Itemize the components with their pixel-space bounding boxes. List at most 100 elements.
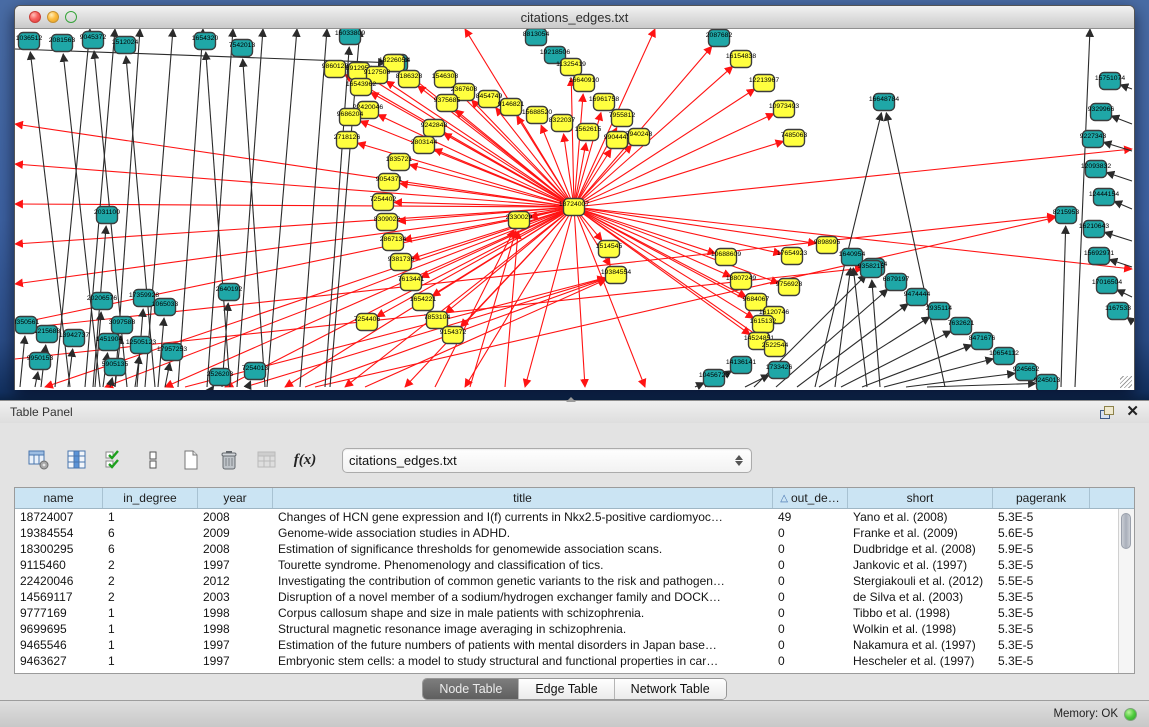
- graph-node[interactable]: 2031100: [94, 207, 120, 224]
- float-panel-icon[interactable]: [1100, 406, 1114, 419]
- graph-node[interactable]: 9242848: [421, 120, 448, 137]
- table-cell[interactable]: 18300295: [15, 542, 103, 556]
- graph-node[interactable]: 9898995: [814, 237, 841, 254]
- table-cell[interactable]: 9465546: [15, 638, 103, 652]
- table-cell[interactable]: 14569117: [15, 590, 103, 604]
- table-cell[interactable]: 0: [773, 606, 848, 620]
- graph-node[interactable]: 1562615: [575, 124, 602, 141]
- graph-node[interactable]: 8215953: [1053, 207, 1080, 224]
- table-cell[interactable]: Genome-wide association studies in ADHD.: [273, 526, 773, 540]
- tab-edge-table[interactable]: Edge Table: [519, 679, 614, 699]
- table-cell[interactable]: 2: [103, 590, 198, 604]
- graph-node[interactable]: 8813054: [523, 29, 550, 46]
- graph-node[interactable]: 9146821: [498, 99, 525, 116]
- table-cell[interactable]: 5.6E-5: [993, 526, 1090, 540]
- table-cell[interactable]: 1997: [198, 638, 273, 652]
- window-resize-grip[interactable]: [1120, 376, 1132, 388]
- graph-node[interactable]: 2526203: [207, 369, 234, 386]
- table-cell[interactable]: 9463627: [15, 654, 103, 668]
- table-cell[interactable]: Structural magnetic resonance image aver…: [273, 622, 773, 636]
- table-options-button[interactable]: [24, 445, 54, 475]
- zoom-window-icon[interactable]: [65, 11, 77, 23]
- graph-node[interactable]: 18807249: [726, 273, 756, 290]
- table-cell[interactable]: 1: [103, 622, 198, 636]
- graph-node[interactable]: 2640192: [216, 284, 243, 301]
- table-cell[interactable]: 2: [103, 558, 198, 572]
- table-cell[interactable]: 5.5E-5: [993, 574, 1090, 588]
- table-cell[interactable]: 9777169: [15, 606, 103, 620]
- table-cell[interactable]: 6: [103, 526, 198, 540]
- graph-node[interactable]: 9358215: [858, 261, 885, 278]
- table-row[interactable]: 1830029562008Estimation of significance …: [15, 541, 1134, 557]
- table-cell[interactable]: 2012: [198, 574, 273, 588]
- graph-node[interactable]: 9375685: [434, 95, 461, 112]
- graph-node[interactable]: 7955812: [609, 110, 636, 127]
- graph-node[interactable]: 6879197: [883, 274, 910, 291]
- table-scrollbar-thumb[interactable]: [1121, 513, 1131, 549]
- table-row[interactable]: 2242004622012Investigating the contribut…: [15, 573, 1134, 589]
- table-cell[interactable]: 0: [773, 542, 848, 556]
- column-header-out_de[interactable]: △out_de…: [773, 488, 848, 508]
- graph-node[interactable]: 12093832: [1081, 161, 1111, 178]
- graph-node[interactable]: 1167533: [1105, 303, 1131, 320]
- graph-node[interactable]: 14136141: [726, 357, 756, 374]
- graph-node[interactable]: 1036512: [16, 33, 43, 50]
- table-cell[interactable]: 2: [103, 574, 198, 588]
- table-cell[interactable]: Yano et al. (2008): [848, 510, 993, 524]
- table-cell[interactable]: 2003: [198, 590, 273, 604]
- graph-node[interactable]: 7254402: [370, 194, 397, 211]
- graph-node[interactable]: 2935114: [926, 303, 952, 320]
- new-column-button[interactable]: [176, 445, 206, 475]
- graph-node[interactable]: 20206576: [87, 293, 117, 310]
- graph-node[interactable]: 19384554: [601, 267, 631, 284]
- graph-node[interactable]: 9474444: [904, 289, 931, 306]
- graph-node[interactable]: 7613441: [398, 274, 425, 291]
- table-cell[interactable]: 0: [773, 590, 848, 604]
- row-layout-button[interactable]: [138, 445, 168, 475]
- graph-node[interactable]: 3097588: [109, 317, 136, 334]
- table-cell[interactable]: Changes of HCN gene expression and I(f) …: [273, 510, 773, 524]
- graph-node[interactable]: 1215688: [34, 326, 61, 343]
- memory-status-icon[interactable]: [1124, 708, 1137, 721]
- graph-node[interactable]: 8309022: [374, 214, 401, 231]
- table-cell[interactable]: 1997: [198, 654, 273, 668]
- table-cell[interactable]: 19384554: [15, 526, 103, 540]
- table-cell[interactable]: Disruption of a novel member of a sodium…: [273, 590, 773, 604]
- table-cell[interactable]: 5.9E-5: [993, 542, 1090, 556]
- graph-node[interactable]: 2718126: [334, 132, 361, 149]
- table-row[interactable]: 1872400712008Changes of HCN gene express…: [15, 509, 1134, 525]
- table-row[interactable]: 977716911998Corpus callosum shape and si…: [15, 605, 1134, 621]
- graph-node[interactable]: 16543962: [346, 79, 376, 96]
- graph-node[interactable]: 17654923: [777, 248, 807, 265]
- table-cell[interactable]: 22420046: [15, 574, 103, 588]
- table-cell[interactable]: 18724007: [15, 510, 103, 524]
- table-cell[interactable]: 0: [773, 654, 848, 668]
- tab-node-table[interactable]: Node Table: [423, 679, 519, 699]
- graph-node[interactable]: 7940248: [626, 129, 653, 146]
- graph-node[interactable]: 8186328: [396, 71, 423, 88]
- graph-node[interactable]: 8350561: [15, 317, 39, 334]
- graph-node[interactable]: 2803144: [411, 137, 438, 154]
- table-cell[interactable]: 1: [103, 510, 198, 524]
- select-rows-button[interactable]: [100, 445, 130, 475]
- graph-node[interactable]: 9054371: [376, 174, 403, 191]
- table-cell[interactable]: 5.3E-5: [993, 510, 1090, 524]
- table-cell[interactable]: 5.3E-5: [993, 638, 1090, 652]
- delete-column-button[interactable]: [214, 445, 244, 475]
- close-panel-icon[interactable]: ✕: [1126, 405, 1139, 419]
- graph-node[interactable]: 16648784: [869, 94, 899, 111]
- window-titlebar[interactable]: citations_edges.txt: [15, 6, 1134, 29]
- graph-node[interactable]: 9154372: [440, 327, 467, 344]
- table-cell[interactable]: Franke et al. (2009): [848, 526, 993, 540]
- graph-node[interactable]: 1654320: [192, 33, 219, 50]
- graph-node[interactable]: 8322037: [549, 115, 576, 132]
- graph-node[interactable]: 5905135: [102, 359, 129, 376]
- table-row[interactable]: 1938455462009Genome-wide association stu…: [15, 525, 1134, 541]
- table-cell[interactable]: Stergiakouli et al. (2012): [848, 574, 993, 588]
- graph-node[interactable]: 9227343: [1080, 131, 1107, 148]
- graph-node[interactable]: 12505123: [126, 337, 156, 354]
- table-cell[interactable]: 1998: [198, 622, 273, 636]
- graph-node[interactable]: 16033809: [335, 29, 365, 45]
- delete-table-button[interactable]: [252, 445, 282, 475]
- table-cell[interactable]: 9115460: [15, 558, 103, 572]
